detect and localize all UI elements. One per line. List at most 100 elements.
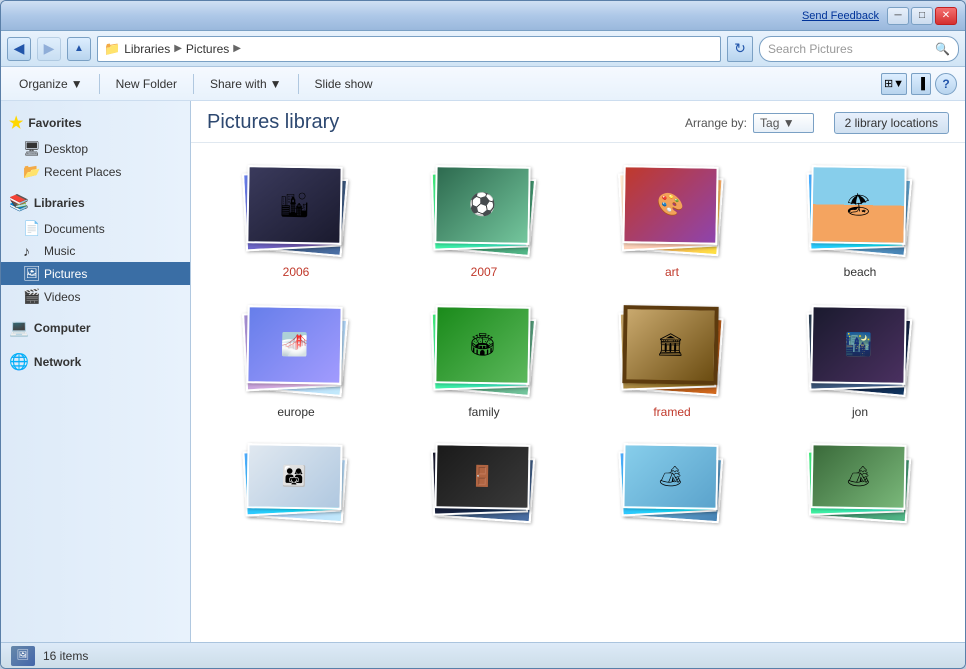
organize-label: Organize bbox=[19, 77, 68, 91]
content-header: Pictures library Arrange by: Tag ▼ 2 lib… bbox=[191, 101, 965, 143]
toolbar-right: ⊞▼ ▐ ? bbox=[881, 73, 957, 95]
recent-places-icon: 📂 bbox=[23, 163, 39, 180]
sidebar-item-pictures[interactable]: 🖼 Pictures bbox=[1, 262, 190, 285]
folder-label-family: family bbox=[468, 405, 499, 419]
folder-2006[interactable]: 🏙 2006 bbox=[207, 155, 385, 285]
folder-label-2007: 2007 bbox=[471, 265, 498, 279]
status-item-count: 16 items bbox=[43, 649, 88, 663]
favorites-label: Favorites bbox=[28, 116, 81, 130]
sidebar-item-desktop[interactable]: 🖥 Desktop bbox=[1, 137, 190, 160]
search-placeholder: Search Pictures bbox=[768, 42, 853, 56]
main-content: ★ Favorites 🖥 Desktop 📂 Recent Places 📚 … bbox=[1, 101, 965, 642]
folder-europe[interactable]: 🌁 europe bbox=[207, 295, 385, 425]
help-button[interactable]: ? bbox=[935, 73, 957, 95]
new-folder-button[interactable]: New Folder bbox=[106, 71, 187, 97]
folder-label-framed: framed bbox=[653, 405, 690, 419]
sidebar-section-libraries: 📚 Libraries 📄 Documents ♪ Music 🖼 Pictur… bbox=[1, 189, 190, 308]
maximize-button[interactable]: □ bbox=[911, 7, 933, 25]
folder-art[interactable]: 🎨 art bbox=[583, 155, 761, 285]
library-title: Pictures library bbox=[207, 111, 339, 134]
folder-jon[interactable]: 🌃 jon bbox=[771, 295, 949, 425]
sidebar-section-network: 🌐 Network bbox=[1, 348, 190, 376]
status-bar: 🖼 16 items bbox=[1, 642, 965, 668]
toolbar-sep3 bbox=[298, 74, 299, 94]
title-bar: Send Feedback ─ □ ✕ bbox=[1, 1, 965, 31]
library-locations-button[interactable]: 2 library locations bbox=[834, 112, 949, 134]
folder-stack-jon: 🌃 bbox=[800, 301, 920, 401]
main-window: Send Feedback ─ □ ✕ ◀ ▶ ▲ 📁 Libraries ▶ … bbox=[0, 0, 966, 669]
up-button[interactable]: ▲ bbox=[67, 37, 91, 61]
documents-label: Documents bbox=[44, 222, 105, 236]
sidebar-network-header[interactable]: 🌐 Network bbox=[1, 348, 190, 376]
forward-button[interactable]: ▶ bbox=[37, 37, 61, 61]
music-label: Music bbox=[44, 244, 75, 258]
path-sep2: ▶ bbox=[233, 43, 241, 54]
folder-stack-europe: 🌁 bbox=[236, 301, 356, 401]
folder-label-beach: beach bbox=[844, 265, 877, 279]
address-box[interactable]: 📁 Libraries ▶ Pictures ▶ bbox=[97, 36, 721, 62]
recent-places-label: Recent Places bbox=[44, 165, 121, 179]
title-bar-controls: ─ □ ✕ bbox=[887, 7, 957, 25]
sidebar-section-favorites: ★ Favorites 🖥 Desktop 📂 Recent Places bbox=[1, 109, 190, 183]
folder-framed[interactable]: 🏛 framed bbox=[583, 295, 761, 425]
sidebar: ★ Favorites 🖥 Desktop 📂 Recent Places 📚 … bbox=[1, 101, 191, 642]
preview-pane-button[interactable]: ▐ bbox=[911, 73, 931, 95]
path-libraries: Libraries bbox=[124, 42, 170, 56]
sidebar-item-documents[interactable]: 📄 Documents bbox=[1, 217, 190, 240]
minimize-button[interactable]: ─ bbox=[887, 7, 909, 25]
refresh-button[interactable]: ↻ bbox=[727, 36, 753, 62]
pictures-label: Pictures bbox=[44, 267, 87, 281]
folder-stack-bottom-3: 🏕 bbox=[612, 441, 732, 541]
share-with-button[interactable]: Share with ▼ bbox=[200, 71, 292, 97]
folder-2007[interactable]: ⚽ 2007 bbox=[395, 155, 573, 285]
toolbar: Organize ▼ New Folder Share with ▼ Slide… bbox=[1, 67, 965, 101]
network-label: Network bbox=[34, 355, 81, 369]
videos-icon: 🎬 bbox=[23, 288, 39, 305]
desktop-label: Desktop bbox=[44, 142, 88, 156]
computer-icon: 💻 bbox=[9, 318, 29, 338]
arrange-dropdown[interactable]: Tag ▼ bbox=[753, 113, 814, 133]
arrange-arrow: ▼ bbox=[783, 116, 795, 130]
libraries-icon: 📚 bbox=[9, 193, 29, 213]
sidebar-computer-header[interactable]: 💻 Computer bbox=[1, 314, 190, 342]
folder-label-2006: 2006 bbox=[283, 265, 310, 279]
sidebar-item-videos[interactable]: 🎬 Videos bbox=[1, 285, 190, 308]
arrange-by: Arrange by: Tag ▼ bbox=[685, 113, 814, 133]
folder-stack-2007: ⚽ bbox=[424, 161, 544, 261]
slide-show-button[interactable]: Slide show bbox=[305, 71, 383, 97]
status-icon: 🖼 bbox=[11, 646, 35, 666]
computer-label: Computer bbox=[34, 321, 91, 335]
close-button[interactable]: ✕ bbox=[935, 7, 957, 25]
content-wrapper: Pictures library Arrange by: Tag ▼ 2 lib… bbox=[191, 101, 965, 642]
sidebar-section-computer: 💻 Computer bbox=[1, 314, 190, 342]
view-button[interactable]: ⊞▼ bbox=[881, 73, 907, 95]
organize-arrow: ▼ bbox=[71, 77, 83, 91]
organize-button[interactable]: Organize ▼ bbox=[9, 71, 93, 97]
back-button[interactable]: ◀ bbox=[7, 37, 31, 61]
folder-stack-framed: 🏛 bbox=[612, 301, 732, 401]
folder-family[interactable]: 🏟 family bbox=[395, 295, 573, 425]
share-with-arrow: ▼ bbox=[270, 77, 282, 91]
folder-bottom-2[interactable]: 🚪 bbox=[395, 435, 573, 551]
search-icon: 🔍 bbox=[935, 42, 950, 56]
folder-stack-bottom-2: 🚪 bbox=[424, 441, 544, 541]
folder-bottom-1[interactable]: 👨‍👩‍👧 bbox=[207, 435, 385, 551]
arrange-by-label: Arrange by: bbox=[685, 116, 747, 130]
sidebar-item-music[interactable]: ♪ Music bbox=[1, 240, 190, 262]
send-feedback-link[interactable]: Send Feedback bbox=[802, 10, 879, 22]
toolbar-sep2 bbox=[193, 74, 194, 94]
sidebar-item-recent-places[interactable]: 📂 Recent Places bbox=[1, 160, 190, 183]
folder-stack-beach: 🏖 bbox=[800, 161, 920, 261]
toolbar-sep1 bbox=[99, 74, 100, 94]
folder-bottom-4[interactable]: 🏕 bbox=[771, 435, 949, 551]
sidebar-libraries-header[interactable]: 📚 Libraries bbox=[1, 189, 190, 217]
sidebar-favorites-header[interactable]: ★ Favorites bbox=[1, 109, 190, 137]
content-area[interactable]: Pictures library Arrange by: Tag ▼ 2 lib… bbox=[191, 101, 965, 642]
folder-beach[interactable]: 🏖 beach bbox=[771, 155, 949, 285]
search-box[interactable]: Search Pictures 🔍 bbox=[759, 36, 959, 62]
folder-label-jon: jon bbox=[852, 405, 868, 419]
folder-bottom-3[interactable]: 🏕 bbox=[583, 435, 761, 551]
share-with-label: Share with bbox=[210, 77, 267, 91]
network-icon: 🌐 bbox=[9, 352, 29, 372]
folder-stack-bottom-1: 👨‍👩‍👧 bbox=[236, 441, 356, 541]
